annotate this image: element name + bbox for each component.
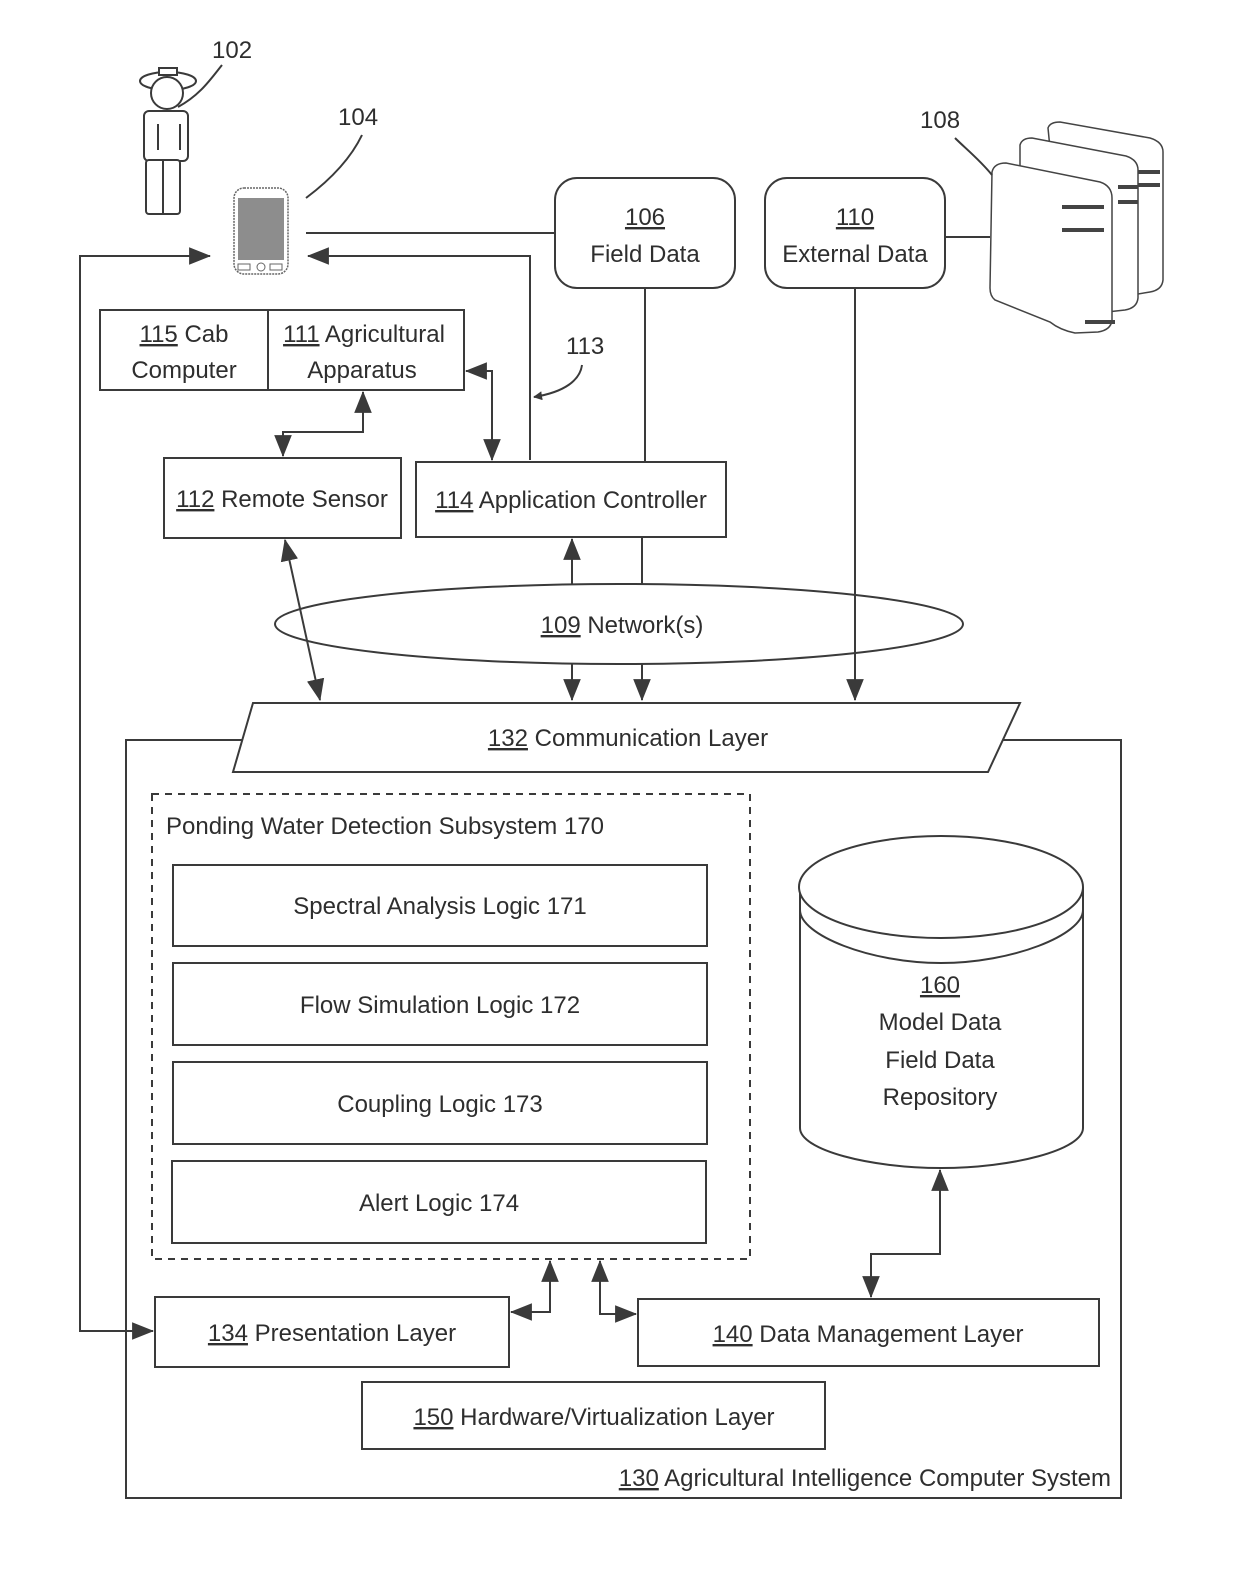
connector-subsystem-data-management (591, 1259, 638, 1323)
agricultural-apparatus-label-1: Agricultural (325, 321, 445, 348)
repository-line2: Field Data (885, 1047, 995, 1074)
remote-sensor-box: 112 Remote Sensor (163, 457, 402, 539)
networks-label: Network(s) (587, 612, 703, 639)
field-data-box: 106 Field Data (554, 177, 736, 289)
application-controller-label: Application Controller (479, 487, 707, 514)
field-data-ref: 106 (625, 204, 665, 231)
svg-text:109 Network(s): 109 Network(s) (541, 612, 704, 639)
data-management-layer-label: Data Management Layer (759, 1321, 1023, 1348)
mobile-phone-icon (233, 187, 289, 275)
repository-line1: Model Data (879, 1009, 1002, 1036)
leader-line-104 (305, 134, 363, 199)
cab-computer-label-1: Cab (184, 321, 228, 348)
leader-line-108 (954, 137, 993, 176)
agricultural-apparatus-ref: 111 (283, 321, 319, 348)
farmer-icon (139, 67, 197, 215)
communication-layer-parallelogram: 132 Communication Layer (231, 702, 1022, 773)
module-alert: Alert Logic 174 (171, 1160, 707, 1244)
ref-label-108: 108 (920, 107, 960, 134)
data-management-layer-ref: 140 (713, 1321, 753, 1348)
connector-subsystem-presentation (509, 1259, 559, 1321)
module-flow-simulation: Flow Simulation Logic 172 (172, 962, 708, 1046)
hardware-layer-label: Hardware/Virtualization Layer (460, 1404, 774, 1431)
ref-label-113: 113 (566, 333, 604, 360)
module-coupling: Coupling Logic 173 (172, 1061, 708, 1145)
presentation-layer-label: Presentation Layer (255, 1320, 456, 1347)
hardware-layer-box: 150 Hardware/Virtualization Layer (361, 1381, 826, 1450)
agricultural-apparatus-label-2: Apparatus (307, 357, 416, 384)
presentation-layer-box: 134 Presentation Layer (154, 1296, 510, 1368)
ref-label-102: 102 (212, 37, 252, 64)
module-label: Spectral Analysis Logic 171 (293, 893, 587, 920)
external-data-ref: 110 (836, 204, 874, 231)
cab-computer-box: 115 Cab Computer (99, 309, 269, 391)
svg-text:134 Presentation Layer: 134 Presentation Layer (208, 1320, 456, 1347)
data-management-layer-box: 140 Data Management Layer (637, 1298, 1100, 1367)
connector-apparatus-sensor (274, 390, 372, 458)
svg-text:132 Communication Layer: 132 Communication Layer (488, 725, 768, 752)
hardware-layer-ref: 150 (413, 1404, 453, 1431)
svg-text:114 Application Controller: 114 Application Controller (435, 487, 707, 514)
communication-layer-ref: 132 (488, 725, 528, 752)
system-caption: 130 Agricultural Intelligence Computer S… (619, 1465, 1111, 1492)
ponding-subsystem-title: Ponding Water Detection Subsystem 170 (166, 813, 604, 840)
system-diagram: 102 104 106 Field Data 110 External Data… (79, 37, 1164, 1499)
module-label: Flow Simulation Logic 172 (300, 992, 580, 1019)
module-spectral-analysis: Spectral Analysis Logic 171 (172, 864, 708, 947)
agricultural-apparatus-box: 111 Agricultural Apparatus (267, 309, 465, 391)
remote-sensor-label: Remote Sensor (221, 486, 388, 513)
cab-computer-label-2: Computer (131, 357, 236, 384)
remote-sensor-ref: 112 (176, 486, 214, 513)
ponding-subsystem-container: Ponding Water Detection Subsystem 170 Sp… (151, 793, 751, 1260)
server-rack-icon (989, 121, 1164, 334)
svg-text:140 Data Management Layer: 140 Data Management Layer (713, 1321, 1024, 1348)
field-data-label: Field Data (590, 241, 700, 268)
communication-layer-label: Communication Layer (535, 725, 768, 752)
repository-cylinder: 160 Model Data Field Data Repository (798, 835, 1084, 1170)
cab-computer-ref: 115 (140, 321, 178, 348)
svg-text:111 Agricultural: 111 Agricultural (283, 321, 445, 348)
module-label: Alert Logic 174 (359, 1190, 519, 1217)
application-controller-box: 114 Application Controller (415, 461, 727, 538)
svg-text:112 Remote Sensor: 112 Remote Sensor (176, 486, 388, 513)
application-controller-ref: 114 (435, 487, 473, 514)
system-ref: 130 (619, 1465, 659, 1492)
svg-text:150 Hardware/Virtualization La: 150 Hardware/Virtualization Layer (413, 1404, 774, 1431)
external-data-box: 110 External Data (764, 177, 946, 289)
external-data-label: External Data (782, 241, 928, 268)
networks-ellipse: 109 Network(s) (274, 583, 964, 665)
system-label: Agricultural Intelligence Computer Syste… (664, 1465, 1111, 1492)
module-label: Coupling Logic 173 (337, 1091, 543, 1118)
repository-ref: 160 (920, 972, 960, 999)
repository-line3: Repository (883, 1084, 998, 1111)
networks-ref: 109 (541, 612, 581, 639)
connector-repository-data-management (862, 1168, 949, 1299)
svg-text:115 Cab: 115 Cab (140, 321, 229, 348)
leader-arrow-113 (533, 364, 583, 401)
ref-label-104: 104 (338, 104, 378, 131)
connector-apparatus-controller (464, 362, 501, 462)
presentation-layer-ref: 134 (208, 1320, 248, 1347)
